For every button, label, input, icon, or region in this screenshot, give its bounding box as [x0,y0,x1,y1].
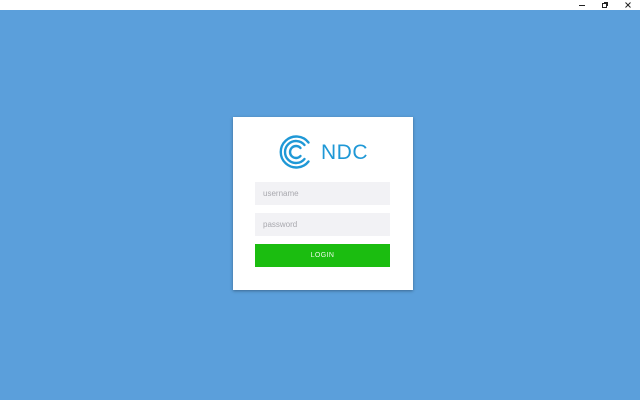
username-input[interactable] [255,182,390,205]
ndc-logo-icon [279,135,310,169]
login-card: NDC LOGIN [233,117,413,290]
close-button[interactable] [617,0,639,10]
restore-icon [602,2,608,8]
minimize-icon [579,5,585,6]
restore-button[interactable] [594,0,616,10]
brand-name: NDC [321,140,368,164]
close-icon [625,2,631,8]
password-input[interactable] [255,213,390,236]
minimize-button[interactable] [571,0,593,10]
login-button[interactable]: LOGIN [255,244,390,267]
window-titlebar [0,0,640,10]
brand: NDC [278,134,368,170]
